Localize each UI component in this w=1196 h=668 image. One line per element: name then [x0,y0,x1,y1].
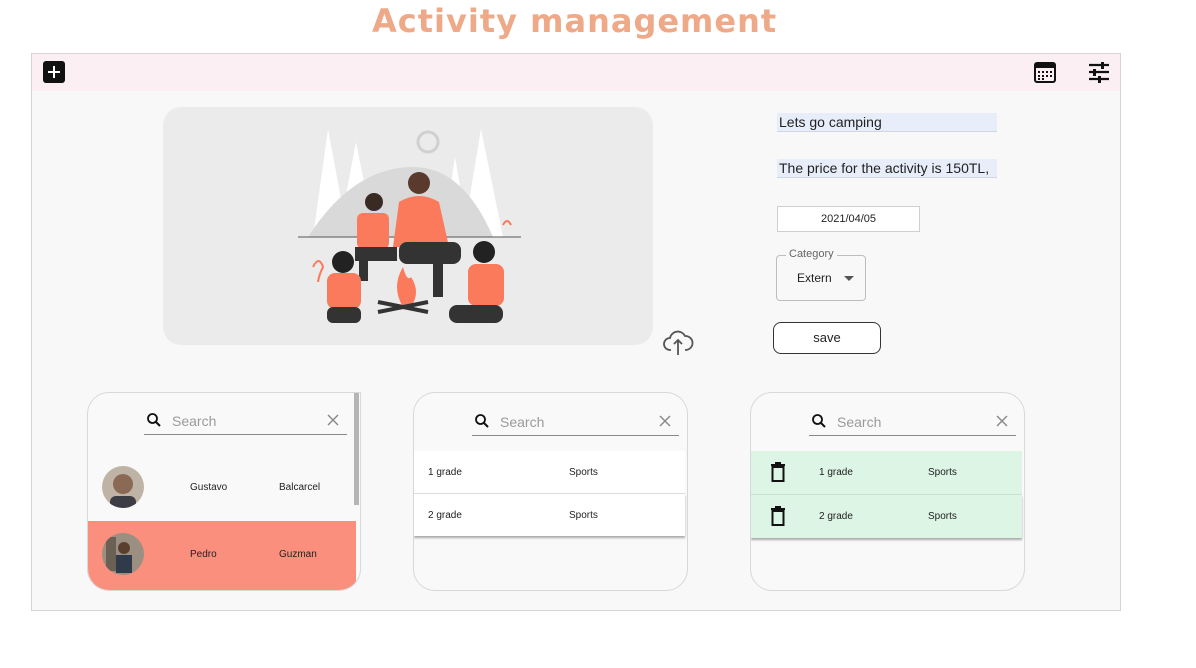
groups-card: 1 grade Sports 2 grade Sports [413,392,688,591]
list-item[interactable]: 2 grade Sports [751,495,1022,538]
category-value: Extern [797,271,832,285]
search-icon [812,414,826,428]
add-icon[interactable] [43,61,65,83]
activity-panel: Lets go camping The price for the activi… [31,53,1121,611]
type-label: Sports [569,467,598,478]
price-field[interactable]: The price for the activity is 150TL, [777,159,997,178]
toolbar [32,54,1120,91]
save-button[interactable]: save [773,322,881,354]
user-row[interactable]: Gustavo Balcarcel [88,454,356,520]
groups-search [472,409,679,436]
grade-label: 2 grade [428,510,462,521]
search-icon [147,413,161,427]
type-label: Sports [928,511,957,522]
caret-down-icon [844,276,854,281]
assigned-search [809,409,1016,436]
search-icon [475,414,489,428]
avatar [102,533,144,575]
assigned-card: 1 grade Sports 2 grade Sports [750,392,1025,591]
grade-label: 2 grade [819,511,853,522]
close-icon[interactable] [327,414,339,426]
close-icon[interactable] [659,415,671,427]
avatar [102,466,144,508]
user-first-name: Gustavo [190,482,228,493]
type-label: Sports [569,510,598,521]
grade-label: 1 grade [428,467,462,478]
users-search-input[interactable] [170,410,324,432]
user-last-name: Guzman [279,549,317,560]
tune-icon[interactable] [1087,60,1111,84]
activity-name-field[interactable]: Lets go camping [777,113,997,132]
type-label: Sports [928,467,957,478]
camping-illustration [298,129,521,323]
calendar-icon[interactable] [1033,60,1057,84]
list-item[interactable]: 1 grade Sports [414,451,685,494]
grade-label: 1 grade [819,467,853,478]
page-title: Activity management [372,2,778,40]
date-field[interactable]: 2021/04/05 [777,206,920,232]
assigned-search-input[interactable] [835,411,989,433]
users-search [144,408,347,435]
scrollbar[interactable] [354,393,359,505]
list-item[interactable]: 2 grade Sports [414,494,685,536]
activity-image [163,107,653,345]
list-item[interactable]: 1 grade Sports [751,451,1022,495]
category-label: Category [786,248,837,260]
trash-icon[interactable] [769,506,787,526]
user-last-name: Balcarcel [279,482,321,493]
cloud-upload-icon[interactable] [662,326,694,358]
user-row-selected[interactable]: Pedro Guzman [88,521,356,590]
trash-icon[interactable] [769,462,787,482]
category-select[interactable]: Category Extern [776,248,866,301]
user-first-name: Pedro [190,549,217,560]
groups-search-input[interactable] [498,411,652,433]
close-icon[interactable] [996,415,1008,427]
users-card: Gustavo Balcarcel Pedro Guzman [87,392,361,591]
